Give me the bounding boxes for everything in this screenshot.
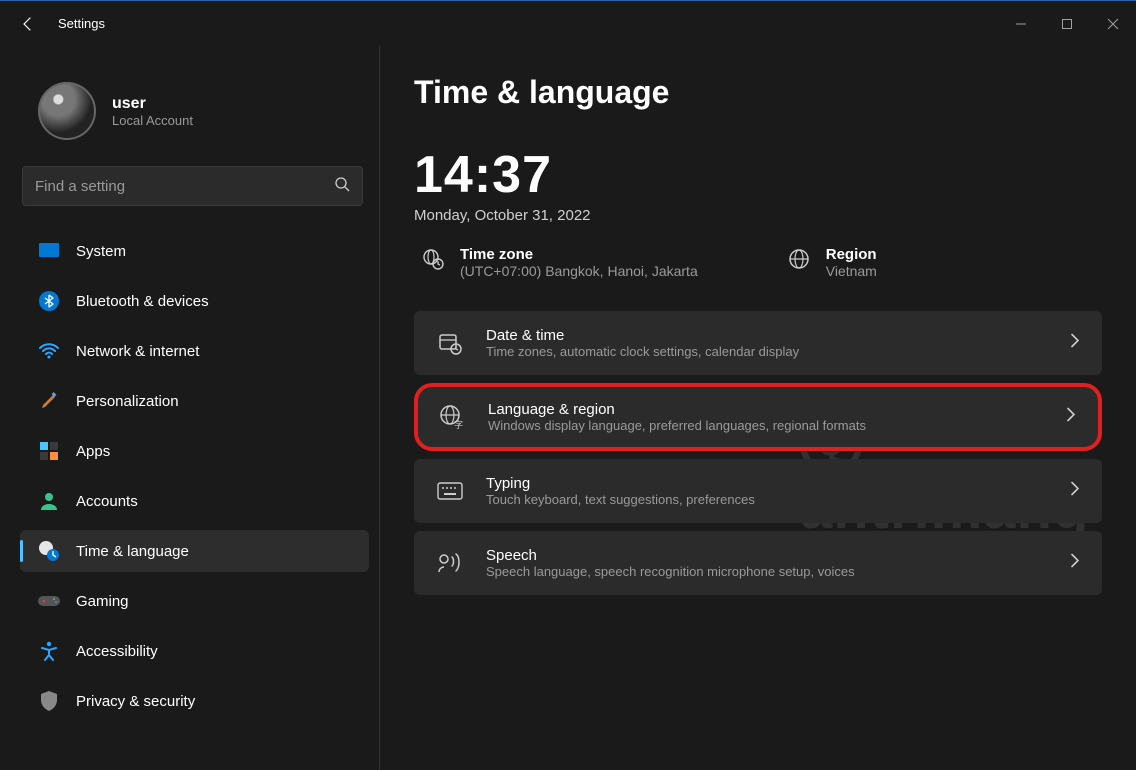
avatar — [38, 82, 96, 140]
search-box[interactable] — [22, 166, 363, 206]
region-block: Region Vietnam — [788, 246, 877, 279]
title-bar: Settings — [0, 0, 1136, 46]
profile-block[interactable]: user Local Account — [20, 64, 379, 166]
apps-icon — [38, 440, 60, 462]
system-icon — [38, 240, 60, 262]
sidebar-item-accounts[interactable]: Accounts — [20, 480, 369, 522]
search-input[interactable] — [35, 178, 334, 195]
sidebar-item-personalization[interactable]: Personalization — [20, 380, 369, 422]
paintbrush-icon — [38, 390, 60, 412]
minimize-button[interactable] — [998, 1, 1044, 47]
sidebar-item-apps[interactable]: Apps — [20, 430, 369, 472]
speech-icon — [436, 552, 464, 574]
window-title: Settings — [58, 16, 105, 31]
wifi-icon — [38, 340, 60, 362]
clock-time: 14:37 — [414, 145, 1102, 205]
sidebar-item-label: Time & language — [76, 543, 189, 560]
page-title: Time & language — [414, 74, 1102, 111]
chevron-right-icon — [1070, 334, 1080, 353]
sidebar: user Local Account System — [0, 46, 380, 770]
search-icon — [334, 176, 350, 197]
card-subtitle: Time zones, automatic clock settings, ca… — [486, 344, 799, 359]
sidebar-item-label: Accessibility — [76, 643, 158, 660]
sidebar-item-system[interactable]: System — [20, 230, 369, 272]
card-typing[interactable]: Typing Touch keyboard, text suggestions,… — [414, 459, 1102, 523]
clock-date: Monday, October 31, 2022 — [414, 207, 1102, 224]
timezone-label: Time zone — [460, 246, 698, 263]
keyboard-icon — [436, 482, 464, 500]
card-title: Speech — [486, 547, 855, 564]
bluetooth-icon — [38, 290, 60, 312]
sidebar-item-label: Apps — [76, 443, 110, 460]
profile-name: user — [112, 95, 193, 113]
sidebar-item-label: Bluetooth & devices — [76, 293, 209, 310]
sidebar-item-accessibility[interactable]: Accessibility — [20, 630, 369, 672]
sidebar-item-label: System — [76, 243, 126, 260]
sidebar-item-label: Network & internet — [76, 343, 199, 360]
globe-language-icon: 字 — [438, 404, 466, 430]
chevron-right-icon — [1070, 554, 1080, 573]
region-label: Region — [826, 246, 877, 263]
sidebar-item-bluetooth[interactable]: Bluetooth & devices — [20, 280, 369, 322]
close-button[interactable] — [1090, 1, 1136, 47]
sidebar-item-time-language[interactable]: Time & language — [20, 530, 369, 572]
person-icon — [38, 490, 60, 512]
chevron-right-icon — [1070, 482, 1080, 501]
timezone-block: Time zone (UTC+07:00) Bangkok, Hanoi, Ja… — [422, 246, 698, 279]
globe-icon — [788, 248, 810, 275]
sidebar-item-label: Privacy & security — [76, 693, 195, 710]
sidebar-item-privacy[interactable]: Privacy & security — [20, 680, 369, 722]
sidebar-item-network[interactable]: Network & internet — [20, 330, 369, 372]
card-subtitle: Touch keyboard, text suggestions, prefer… — [486, 492, 755, 507]
timezone-value: (UTC+07:00) Bangkok, Hanoi, Jakarta — [460, 263, 698, 279]
svg-text:字: 字 — [454, 419, 463, 430]
content-pane: Qantrimang Time & language 14:37 Monday,… — [380, 46, 1136, 770]
sidebar-nav: System Bluetooth & devices Network & int… — [20, 230, 379, 730]
maximize-button[interactable] — [1044, 1, 1090, 47]
region-value: Vietnam — [826, 263, 877, 279]
card-title: Date & time — [486, 327, 799, 344]
clock-globe-icon — [38, 540, 60, 562]
gamepad-icon — [38, 590, 60, 612]
sidebar-item-gaming[interactable]: Gaming — [20, 580, 369, 622]
sidebar-item-label: Accounts — [76, 493, 138, 510]
window-controls — [998, 1, 1136, 47]
card-title: Language & region — [488, 401, 866, 418]
globe-clock-icon — [422, 248, 444, 275]
card-subtitle: Speech language, speech recognition micr… — [486, 564, 855, 579]
calendar-clock-icon — [436, 331, 464, 355]
card-date-time[interactable]: Date & time Time zones, automatic clock … — [414, 311, 1102, 375]
accessibility-icon — [38, 640, 60, 662]
sidebar-item-label: Gaming — [76, 593, 129, 610]
card-subtitle: Windows display language, preferred lang… — [488, 418, 866, 433]
card-language-region[interactable]: 字 Language & region Windows display lang… — [414, 383, 1102, 451]
chevron-right-icon — [1066, 408, 1076, 427]
card-title: Typing — [486, 475, 755, 492]
shield-icon — [38, 690, 60, 712]
back-icon[interactable] — [18, 14, 38, 34]
card-speech[interactable]: Speech Speech language, speech recogniti… — [414, 531, 1102, 595]
profile-subtitle: Local Account — [112, 113, 193, 128]
sidebar-item-label: Personalization — [76, 393, 179, 410]
